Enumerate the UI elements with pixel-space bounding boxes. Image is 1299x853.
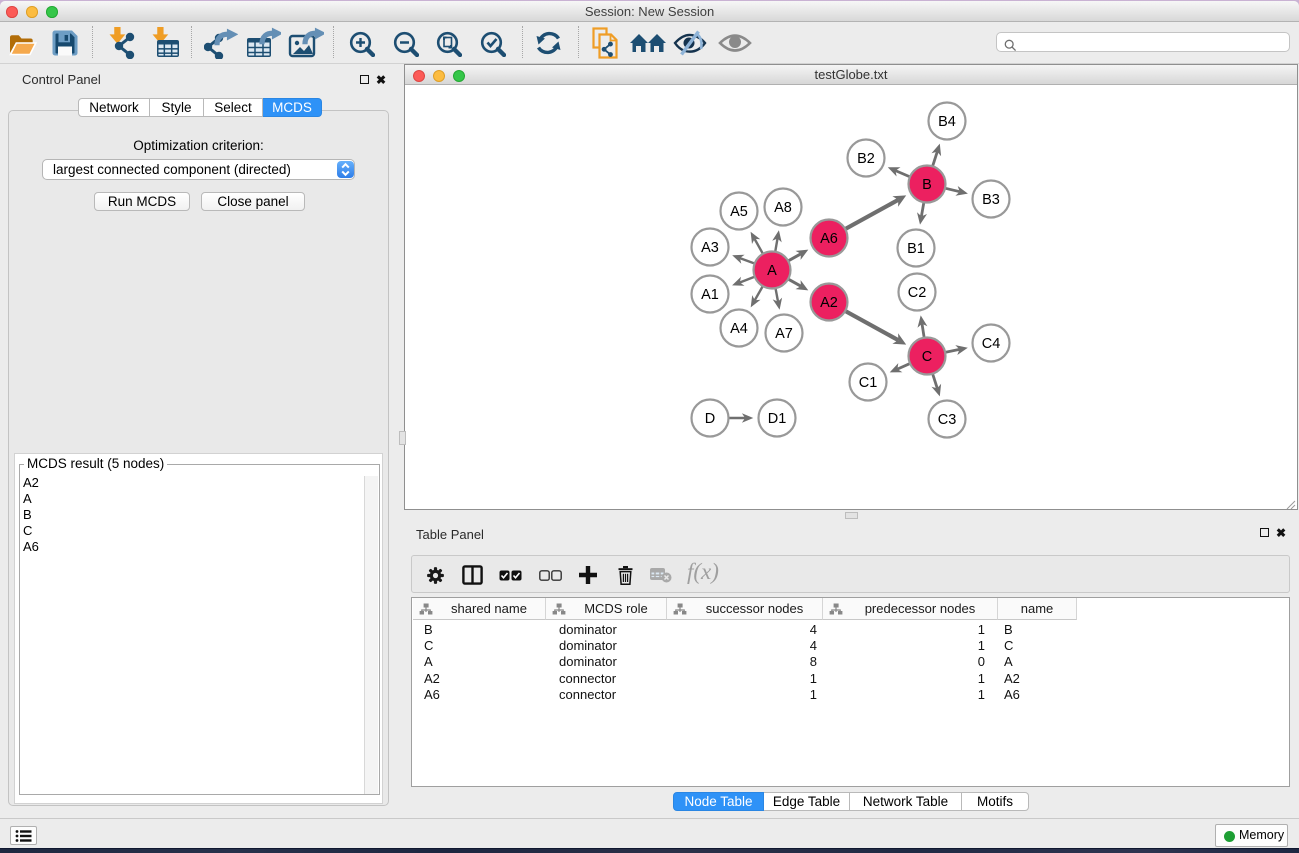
svg-text:A5: A5 [730,204,748,220]
svg-text:B4: B4 [938,114,956,130]
svg-text:B1: B1 [907,241,925,257]
svg-text:C4: C4 [982,336,1001,352]
svg-text:C3: C3 [938,412,957,428]
svg-text:A4: A4 [730,321,748,337]
svg-text:B3: B3 [982,192,1000,208]
svg-text:A3: A3 [701,240,719,256]
svg-text:C1: C1 [859,375,878,391]
svg-text:C: C [922,349,932,365]
svg-text:A1: A1 [701,287,719,303]
svg-text:A: A [767,263,777,279]
svg-text:C2: C2 [908,285,927,301]
svg-text:A7: A7 [775,326,793,342]
svg-text:A8: A8 [774,200,792,216]
svg-text:D1: D1 [768,411,787,427]
svg-text:D: D [705,411,715,427]
svg-text:A2: A2 [820,295,838,311]
svg-text:B: B [922,177,932,193]
svg-text:B2: B2 [857,151,875,167]
svg-text:A6: A6 [820,231,838,247]
